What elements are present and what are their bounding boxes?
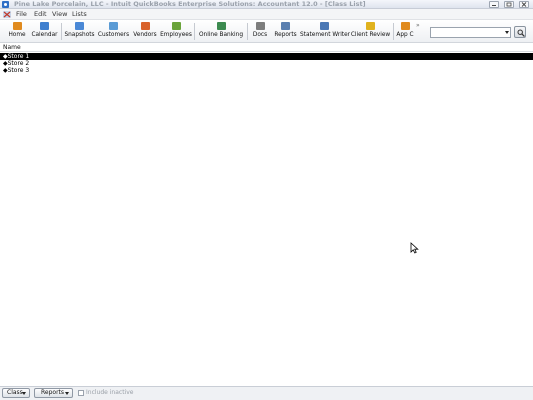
client-review-button[interactable]: Client Review [350, 22, 391, 42]
list-row-store-2[interactable]: ◆Store 2 [0, 60, 533, 67]
menu-lists[interactable]: Lists [72, 9, 87, 20]
statement-writer-label: Statement Writer [300, 32, 351, 38]
customers-icon [109, 22, 118, 30]
client-review-label: Client Review [350, 32, 391, 38]
snapshots-button[interactable]: Snapshots [63, 22, 96, 42]
include-inactive-checkbox[interactable] [78, 390, 84, 396]
class-name: ◆Store 1 [3, 53, 30, 60]
name-column-header-label: Name [3, 44, 21, 51]
menu-bar: File Edit View Lists [0, 9, 533, 20]
calendar-button[interactable]: Calendar [30, 22, 59, 42]
customers-button[interactable]: Customers [97, 22, 130, 42]
online-banking-button[interactable]: Online Banking [197, 22, 245, 42]
docs-icon [255, 22, 265, 30]
snapshots-label: Snapshots [64, 32, 95, 38]
quickbooks-app-icon [2, 1, 9, 8]
toolbar-separator [247, 23, 248, 40]
reports-button[interactable]: Reports [272, 22, 299, 42]
mouse-cursor-icon [410, 242, 419, 254]
class-menu-label: Class [7, 389, 23, 396]
restore-button[interactable] [504, 1, 514, 8]
home-button[interactable]: Home [4, 22, 30, 42]
search-button[interactable] [514, 26, 526, 38]
class-menu-button[interactable]: Class [2, 388, 30, 398]
chevron-down-icon[interactable] [505, 31, 509, 34]
docs-label: Docs [252, 32, 268, 38]
minimize-button[interactable] [489, 1, 499, 8]
title-bar: Pine Lake Porcelain, LLC - Intuit QuickB… [0, 0, 533, 9]
menu-view[interactable]: View [52, 9, 67, 20]
app-center-icon [400, 22, 410, 30]
reports-icon [281, 22, 290, 30]
statement-writer-button[interactable]: Statement Writer [300, 22, 351, 42]
online-banking-icon [216, 22, 226, 30]
chevron-down-icon [22, 392, 26, 395]
list-row-store-1[interactable]: ◆Store 1 [0, 53, 533, 60]
toolbar-separator [393, 23, 394, 40]
calendar-label: Calendar [31, 32, 58, 38]
online-banking-label: Online Banking [198, 32, 244, 38]
employees-label: Employees [160, 32, 192, 38]
window-title: Pine Lake Porcelain, LLC - Intuit QuickB… [14, 0, 366, 8]
app-center-label: App C [396, 32, 414, 38]
statement-writer-icon [320, 22, 329, 30]
class-name: ◆Store 3 [3, 67, 30, 74]
toolbar-separator [61, 23, 62, 40]
app-center-button[interactable]: App C [396, 22, 414, 42]
menu-file[interactable]: File [16, 9, 27, 20]
vendors-label: Vendors [133, 32, 157, 38]
docs-button[interactable]: Docs [250, 22, 270, 42]
toolbar-separator [194, 23, 195, 40]
employees-icon [171, 22, 181, 30]
search-input[interactable] [430, 27, 511, 38]
home-icon [12, 22, 22, 30]
reports-menu-button[interactable]: Reports [34, 388, 73, 398]
list-row-store-3[interactable]: ◆Store 3 [0, 67, 533, 74]
reports-menu-label: Reports [41, 389, 65, 396]
name-column-header[interactable]: Name [0, 44, 533, 52]
menu-edit[interactable]: Edit [34, 9, 47, 20]
employees-button[interactable]: Employees [160, 22, 192, 42]
vendors-icon [140, 22, 150, 30]
class-list-window-icon[interactable] [3, 11, 11, 18]
snapshots-icon [75, 22, 84, 30]
search-icon [517, 29, 525, 37]
toolbar-overflow-chevron-icon[interactable]: » [416, 22, 420, 29]
customers-label: Customers [97, 32, 130, 38]
close-button[interactable] [519, 1, 529, 8]
calendar-icon [40, 22, 49, 30]
class-name: ◆Store 2 [3, 60, 30, 67]
reports-label: Reports [274, 32, 297, 38]
chevron-down-icon [65, 392, 69, 395]
vendors-button[interactable]: Vendors [131, 22, 159, 42]
home-label: Home [8, 32, 26, 38]
include-inactive-label: Include inactive [86, 389, 134, 396]
client-review-icon [366, 22, 375, 30]
